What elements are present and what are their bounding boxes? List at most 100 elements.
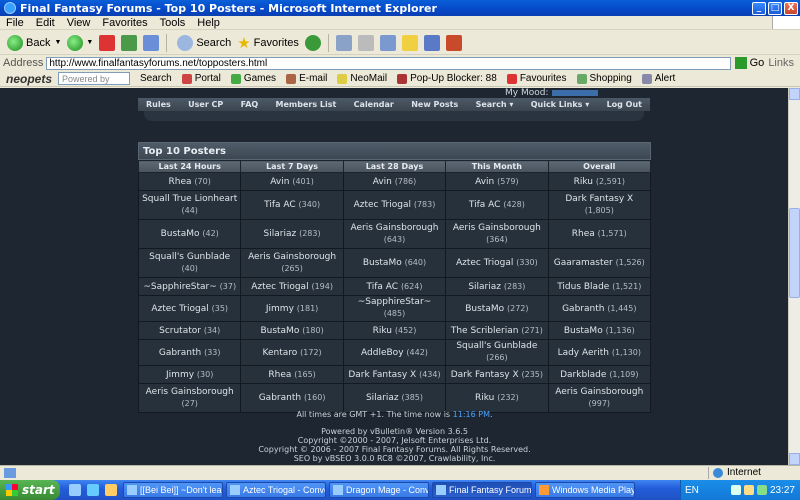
poster-name-link[interactable]: Avin bbox=[373, 177, 392, 187]
poster-name-link[interactable]: Squall's Gunblade bbox=[149, 252, 230, 262]
quicklaunch-desktop-icon[interactable] bbox=[69, 484, 81, 496]
poster-name-link[interactable]: Aztec Triogal bbox=[354, 200, 411, 210]
poster-name-link[interactable]: Aztec Triogal bbox=[456, 258, 513, 268]
neobar-favourites[interactable]: Favourites bbox=[506, 73, 567, 84]
quicklaunch-ie-icon[interactable] bbox=[87, 484, 99, 496]
notes-icon[interactable] bbox=[401, 34, 418, 51]
favorites-button[interactable]: ★ Favorites bbox=[234, 33, 302, 53]
maximize-button[interactable]: □ bbox=[768, 1, 782, 15]
home-icon[interactable] bbox=[143, 34, 160, 51]
neobar-popup-blocker[interactable]: Pop-Up Blocker: 88 bbox=[397, 73, 497, 84]
nav-log-out[interactable]: Log Out bbox=[607, 100, 642, 109]
vertical-scrollbar[interactable] bbox=[788, 88, 800, 465]
poster-name-link[interactable]: Avin bbox=[270, 177, 289, 187]
refresh-icon[interactable] bbox=[121, 34, 138, 51]
neopets-search-button[interactable]: Search bbox=[140, 73, 172, 84]
neobar-neomail[interactable]: NeoMail bbox=[337, 73, 387, 84]
window-titlebar[interactable]: Final Fantasy Forums - Top 10 Posters - … bbox=[0, 0, 800, 16]
links-button[interactable]: Links bbox=[768, 57, 794, 69]
poster-name-link[interactable]: Dark Fantasy X bbox=[565, 194, 633, 204]
poster-name-link[interactable]: Scrutator bbox=[159, 326, 201, 336]
mail-icon[interactable] bbox=[335, 34, 352, 51]
poster-name-link[interactable]: Riku bbox=[475, 393, 494, 403]
poster-name-link[interactable]: AddleBoy bbox=[361, 348, 403, 358]
messenger-icon[interactable] bbox=[423, 34, 440, 51]
poster-name-link[interactable]: Aztec Triogal bbox=[151, 304, 208, 314]
poster-name-link[interactable]: Tidus Blade bbox=[557, 282, 609, 292]
menu-view[interactable]: View bbox=[61, 17, 97, 29]
language-indicator[interactable]: EN bbox=[681, 485, 699, 496]
task-button[interactable]: Windows Media Player bbox=[535, 482, 635, 498]
scroll-up-button[interactable] bbox=[789, 88, 800, 100]
neopets-logo[interactable]: neopets bbox=[6, 72, 52, 86]
poster-name-link[interactable]: Squall's Gunblade bbox=[456, 341, 537, 351]
poster-name-link[interactable]: The Scriblerian bbox=[451, 326, 519, 336]
poster-name-link[interactable]: Kentaro bbox=[263, 348, 298, 358]
menu-help[interactable]: Help bbox=[191, 17, 226, 29]
poster-name-link[interactable]: Jimmy bbox=[266, 304, 294, 314]
nav-user-cp[interactable]: User CP bbox=[188, 100, 223, 109]
poster-name-link[interactable]: Lady Aerith bbox=[558, 348, 609, 358]
neobar-alert[interactable]: Alert bbox=[641, 73, 675, 84]
menu-tools[interactable]: Tools bbox=[154, 17, 192, 29]
tray-icon[interactable] bbox=[730, 485, 741, 495]
chevron-down-icon[interactable]: ▼ bbox=[54, 39, 61, 46]
poster-name-link[interactable]: Silariaz bbox=[468, 282, 501, 292]
menu-edit[interactable]: Edit bbox=[30, 17, 61, 29]
close-button[interactable]: X bbox=[784, 1, 798, 15]
poster-name-link[interactable]: Gaaramaster bbox=[554, 258, 613, 268]
poster-name-link[interactable]: Aeris Gainsborough bbox=[453, 223, 541, 233]
quicklaunch-media-icon[interactable] bbox=[105, 484, 117, 496]
poster-name-link[interactable]: Darkblade bbox=[560, 370, 606, 380]
poster-name-link[interactable]: Tifa AC bbox=[367, 282, 399, 292]
poster-name-link[interactable]: Dark Fantasy X bbox=[451, 370, 519, 380]
poster-name-link[interactable]: Gabranth bbox=[159, 348, 201, 358]
nav-search[interactable]: Search ▾ bbox=[476, 100, 514, 109]
menu-file[interactable]: File bbox=[0, 17, 30, 29]
poster-name-link[interactable]: Riku bbox=[574, 177, 593, 187]
poster-name-link[interactable]: Tifa AC bbox=[469, 200, 501, 210]
poster-name-link[interactable]: Riku bbox=[373, 326, 392, 336]
poster-name-link[interactable]: Jimmy bbox=[166, 370, 194, 380]
research-icon[interactable] bbox=[445, 34, 462, 51]
task-button[interactable]: Aztec Triogal - Conve... bbox=[226, 482, 326, 498]
history-icon[interactable] bbox=[304, 34, 321, 51]
poster-name-link[interactable]: Aeris Gainsborough bbox=[350, 223, 438, 233]
scroll-down-button[interactable] bbox=[789, 453, 800, 465]
poster-name-link[interactable]: Dark Fantasy X bbox=[348, 370, 416, 380]
nav-calendar[interactable]: Calendar bbox=[354, 100, 394, 109]
neobar-portal[interactable]: Portal bbox=[181, 73, 221, 84]
go-button[interactable]: Go bbox=[734, 57, 764, 69]
poster-name-link[interactable]: BustaMo bbox=[260, 326, 299, 336]
poster-name-link[interactable]: Aeris Gainsborough bbox=[248, 252, 336, 262]
poster-name-link[interactable]: Rhea bbox=[169, 177, 192, 187]
nav-rules[interactable]: Rules bbox=[146, 100, 171, 109]
search-button[interactable]: Search bbox=[171, 33, 234, 53]
neobar-shopping[interactable]: Shopping bbox=[576, 73, 632, 84]
poster-name-link[interactable]: Silariaz bbox=[366, 393, 399, 403]
poster-name-link[interactable]: Aeris Gainsborough bbox=[555, 387, 643, 397]
nav-faq[interactable]: FAQ bbox=[241, 100, 259, 109]
poster-name-link[interactable]: BustaMo bbox=[363, 258, 402, 268]
back-button[interactable]: Back ▼ bbox=[4, 33, 64, 53]
poster-name-link[interactable]: ~SapphireStar~ bbox=[358, 297, 431, 307]
mood-indicator[interactable] bbox=[552, 89, 599, 96]
neobar-email[interactable]: E-mail bbox=[286, 73, 327, 84]
poster-name-link[interactable]: ~SapphireStar~ bbox=[143, 282, 216, 292]
poster-name-link[interactable]: Rhea bbox=[572, 229, 595, 239]
forward-button[interactable]: ▼ bbox=[64, 33, 96, 53]
poster-name-link[interactable]: Gabranth bbox=[259, 393, 301, 403]
address-input[interactable]: http://www.finalfantasyforums.net/toppos… bbox=[46, 56, 731, 70]
edit-icon[interactable] bbox=[379, 34, 396, 51]
minimize-button[interactable]: _ bbox=[752, 1, 766, 15]
poster-name-link[interactable]: Silariaz bbox=[264, 229, 297, 239]
menu-favorites[interactable]: Favorites bbox=[96, 17, 153, 29]
poster-name-link[interactable]: BustaMo bbox=[161, 229, 200, 239]
neobar-games[interactable]: Games bbox=[230, 73, 276, 84]
task-button[interactable]: Dragon Mage - Conv... bbox=[329, 482, 429, 498]
poster-name-link[interactable]: Squall True Lionheart bbox=[142, 194, 237, 204]
tray-icon[interactable] bbox=[743, 485, 754, 495]
poster-name-link[interactable]: Gabranth bbox=[562, 304, 604, 314]
chevron-down-icon[interactable]: ▼ bbox=[86, 39, 93, 46]
print-icon[interactable] bbox=[357, 34, 374, 51]
